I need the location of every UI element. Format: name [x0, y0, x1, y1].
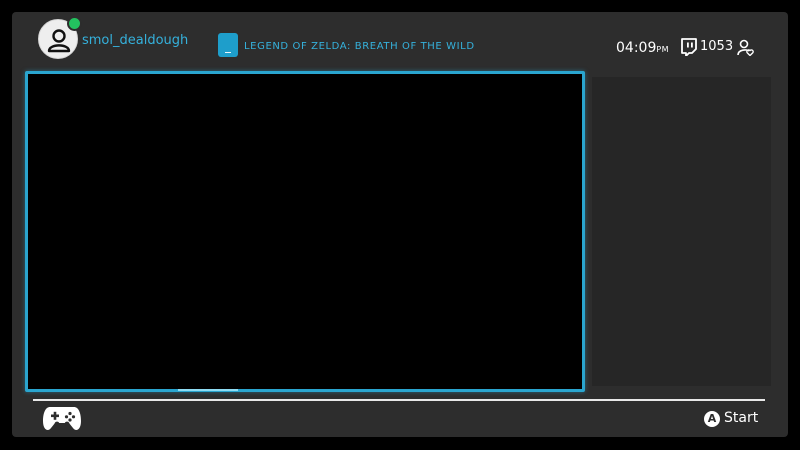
a-button-icon[interactable]: A: [704, 411, 720, 427]
start-button[interactable]: Start: [724, 410, 758, 427]
twitch-icon: [681, 38, 697, 56]
user-avatar-icon: [47, 29, 71, 53]
footer-divider: [33, 399, 765, 401]
user-heart-icon: [737, 39, 754, 56]
gamepad-icon: [43, 407, 81, 430]
side-panel: [592, 77, 771, 386]
main-game-screen[interactable]: [25, 71, 585, 392]
screen-glow: [178, 389, 238, 391]
online-status-icon: [67, 16, 82, 31]
clock-ampm: PM: [656, 45, 670, 54]
viewer-count: 1053: [700, 39, 734, 54]
game-card-icon: [218, 33, 238, 57]
clock: 04:09PM: [616, 38, 669, 59]
game-title: LEGEND OF ZELDA: BREATH OF THE WILD: [244, 41, 475, 52]
username[interactable]: smol_dealdough: [82, 33, 188, 49]
clock-time: 04:09: [616, 40, 657, 56]
